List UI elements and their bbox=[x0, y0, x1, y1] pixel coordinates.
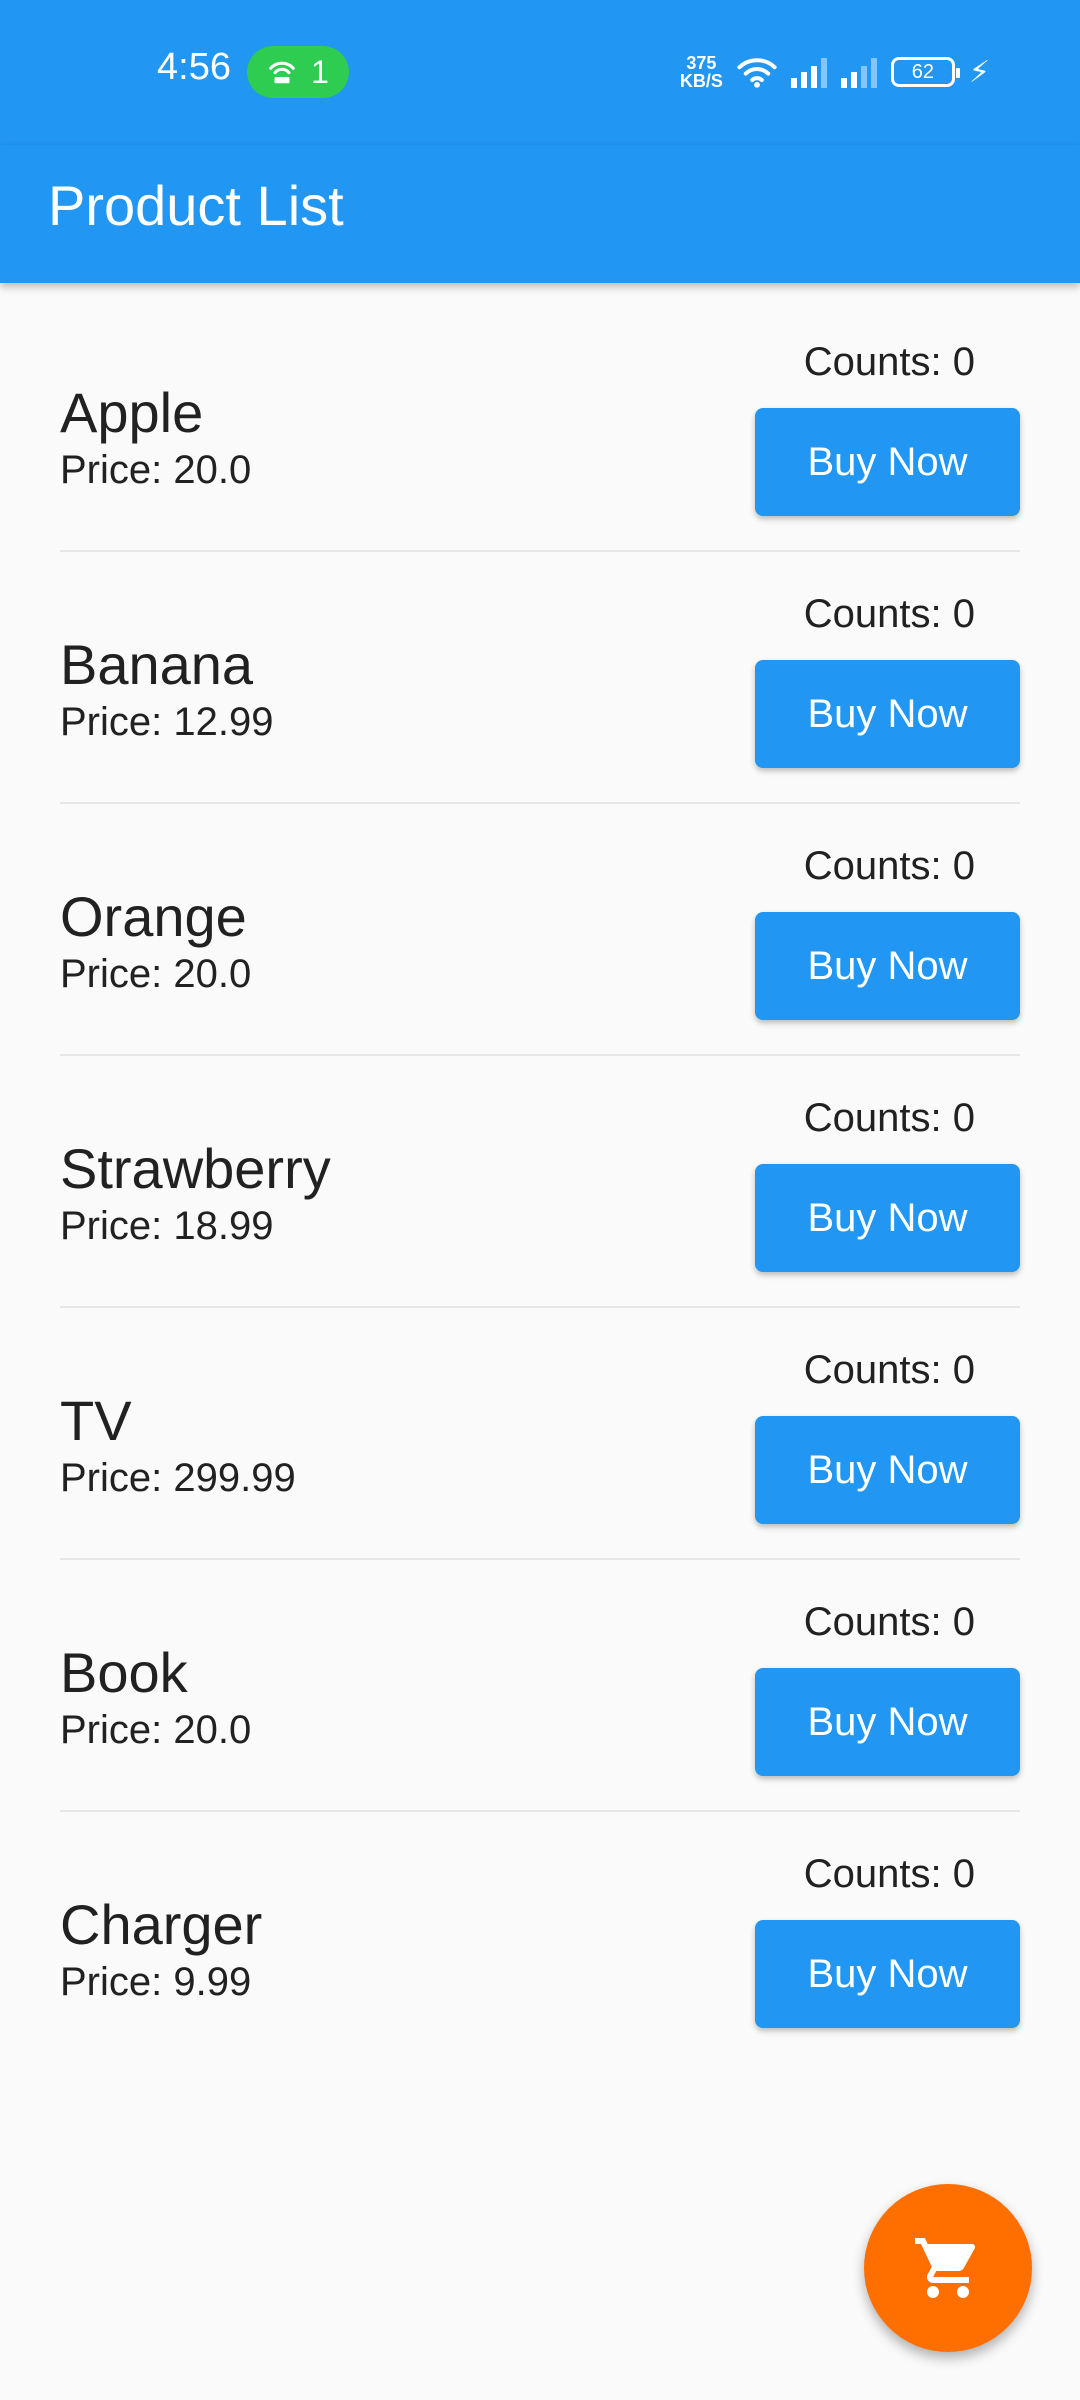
product-row: Banana Price: 12.99 Counts: 0 Buy Now bbox=[60, 552, 1020, 804]
product-price: Price: 18.99 bbox=[60, 1204, 274, 1248]
product-price: Price: 20.0 bbox=[60, 448, 252, 492]
page-title: Product List bbox=[48, 174, 344, 237]
wifi-icon bbox=[737, 58, 777, 88]
product-count: Counts: 0 bbox=[803, 1600, 975, 1644]
product-row: Apple Price: 20.0 Counts: 0 Buy Now bbox=[60, 300, 1020, 552]
product-row: Charger Price: 9.99 Counts: 0 Buy Now bbox=[60, 1812, 1020, 2064]
product-name: Strawberry bbox=[60, 1137, 331, 1200]
product-price: Price: 20.0 bbox=[60, 952, 252, 996]
buy-now-button[interactable]: Buy Now bbox=[755, 912, 1020, 1020]
product-row: Book Price: 20.0 Counts: 0 Buy Now bbox=[60, 1560, 1020, 1812]
signal-strength-icon bbox=[790, 56, 827, 88]
product-count: Counts: 0 bbox=[803, 592, 975, 636]
product-price: Price: 299.99 bbox=[60, 1456, 296, 1500]
buy-now-button[interactable]: Buy Now bbox=[755, 408, 1020, 516]
network-speed-value: 375 bbox=[686, 53, 717, 73]
product-row: Strawberry Price: 18.99 Counts: 0 Buy No… bbox=[60, 1056, 1020, 1308]
app-bar: Product List bbox=[0, 145, 1080, 283]
product-price: Price: 12.99 bbox=[60, 700, 274, 744]
product-count: Counts: 0 bbox=[803, 1096, 975, 1140]
hotspot-icon bbox=[269, 61, 295, 84]
product-count: Counts: 0 bbox=[803, 1852, 975, 1896]
product-list: Apple Price: 20.0 Counts: 0 Buy Now Bana… bbox=[60, 300, 1020, 2064]
product-name: Apple bbox=[60, 381, 204, 444]
product-price: Price: 9.99 bbox=[60, 1960, 252, 2004]
buy-now-button[interactable]: Buy Now bbox=[755, 1920, 1020, 2028]
buy-now-button[interactable]: Buy Now bbox=[755, 1668, 1020, 1776]
product-row: TV Price: 299.99 Counts: 0 Buy Now bbox=[60, 1308, 1020, 1560]
hotspot-indicator[interactable]: 1 bbox=[247, 46, 349, 98]
hotspot-count: 1 bbox=[311, 53, 329, 90]
product-name: Orange bbox=[60, 885, 247, 948]
battery-level: 62 bbox=[911, 60, 935, 83]
status-bar: 4:56 1 375 KB/S 62 ⚡ bbox=[0, 0, 1080, 145]
product-count: Counts: 0 bbox=[803, 844, 975, 888]
product-price: Price: 20.0 bbox=[60, 1708, 252, 1752]
status-icons: 375 KB/S 62 ⚡ bbox=[680, 50, 990, 94]
signal-strength-icon-2 bbox=[840, 56, 877, 88]
product-row: Orange Price: 20.0 Counts: 0 Buy Now bbox=[60, 804, 1020, 1056]
charging-icon: ⚡ bbox=[968, 55, 990, 89]
buy-now-button[interactable]: Buy Now bbox=[755, 1416, 1020, 1524]
battery-icon: 62 bbox=[890, 57, 960, 87]
product-name: Charger bbox=[60, 1893, 263, 1956]
product-count: Counts: 0 bbox=[803, 1348, 975, 1392]
network-speed-unit: KB/S bbox=[679, 71, 723, 91]
shopping-cart-icon bbox=[915, 2238, 976, 2298]
product-name: TV bbox=[60, 1389, 132, 1452]
status-time: 4:56 bbox=[157, 46, 231, 88]
network-speed: 375 KB/S bbox=[680, 54, 723, 90]
product-count: Counts: 0 bbox=[803, 340, 975, 384]
product-name: Book bbox=[60, 1641, 188, 1704]
cart-fab-button[interactable] bbox=[864, 2184, 1032, 2352]
product-name: Banana bbox=[60, 633, 254, 696]
buy-now-button[interactable]: Buy Now bbox=[755, 660, 1020, 768]
buy-now-button[interactable]: Buy Now bbox=[755, 1164, 1020, 1272]
